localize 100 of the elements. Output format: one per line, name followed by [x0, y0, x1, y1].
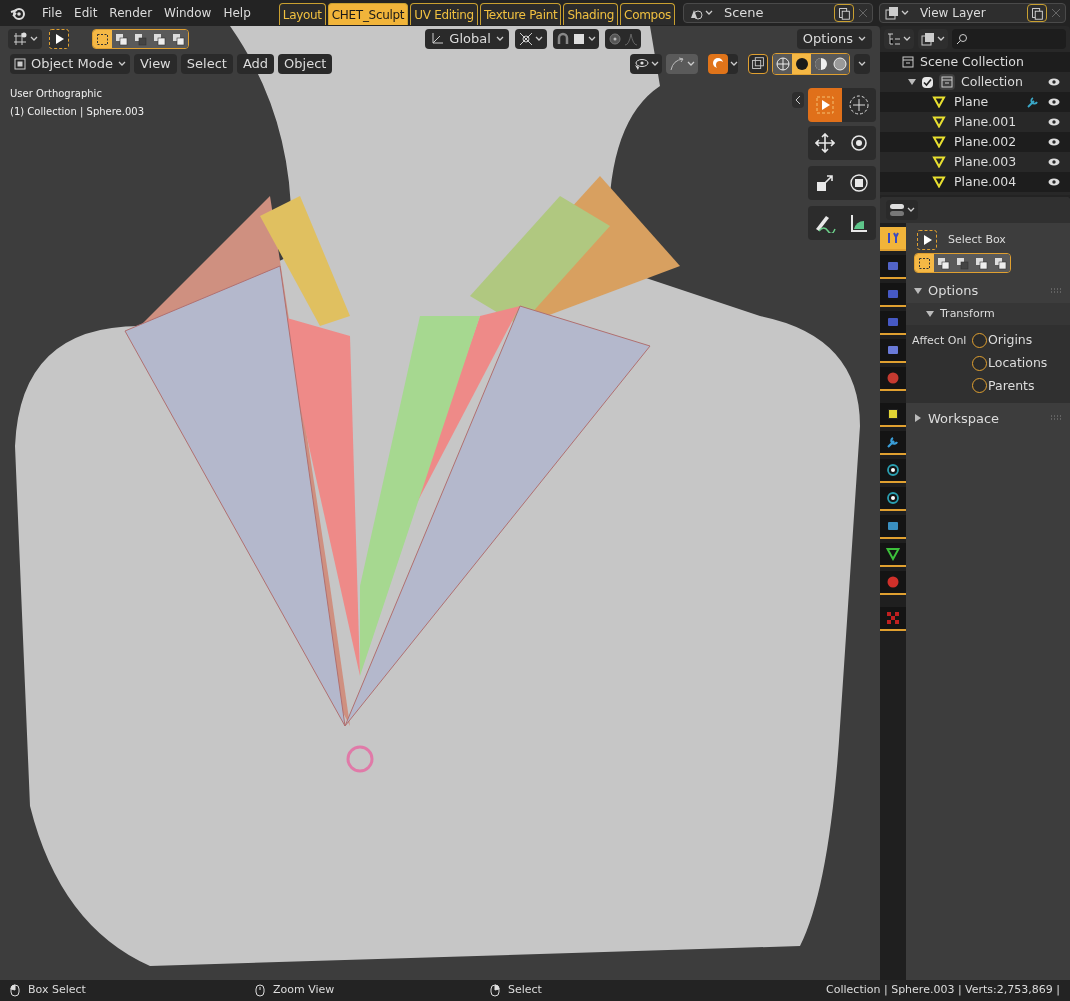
- workspace-tab[interactable]: Texture Paint: [479, 3, 562, 25]
- tool-button[interactable]: [808, 206, 842, 240]
- duplicate-icon[interactable]: [833, 4, 854, 22]
- selection-mode-button[interactable]: [953, 254, 972, 272]
- viewport-menu[interactable]: View: [133, 54, 177, 74]
- eye-pointer-icon[interactable]: [633, 57, 649, 71]
- selection-mode-button[interactable]: [972, 254, 991, 272]
- properties-tab[interactable]: [880, 431, 906, 455]
- expanded-triangle-icon[interactable]: [908, 78, 916, 86]
- pivot-icon[interactable]: [518, 32, 533, 46]
- drag-handle-icon[interactable]: [1050, 415, 1062, 422]
- expanded-triangle-icon[interactable]: [914, 287, 922, 295]
- selection-mode-button[interactable]: [991, 254, 1010, 272]
- collection-box-icon: [939, 74, 955, 90]
- eye-icon[interactable]: [1048, 118, 1060, 126]
- selection-mode-button[interactable]: [93, 30, 112, 48]
- image-stack-icon[interactable]: [921, 32, 935, 46]
- rotate-icon: [849, 133, 869, 153]
- viewport-menu[interactable]: Add: [236, 54, 275, 74]
- eye-icon[interactable]: [1048, 98, 1060, 106]
- drag-handle-icon[interactable]: [1050, 288, 1062, 294]
- shading-mode-button[interactable]: [830, 54, 849, 74]
- search-field[interactable]: [952, 29, 1066, 49]
- properties-tab[interactable]: [880, 311, 906, 335]
- overlay-icon[interactable]: [708, 54, 728, 74]
- tool-button[interactable]: [808, 166, 842, 200]
- close-icon[interactable]: [857, 8, 868, 18]
- tree-item[interactable]: Plane.001: [954, 112, 1040, 132]
- shading-mode-button[interactable]: [811, 54, 830, 74]
- eye-icon[interactable]: [1048, 138, 1060, 146]
- tool-button[interactable]: [808, 126, 842, 160]
- checkbox[interactable]: [922, 76, 933, 88]
- shading-mode-button[interactable]: [773, 54, 792, 74]
- menu-item[interactable]: Render: [103, 4, 159, 22]
- workspace-tab[interactable]: Layout: [278, 3, 326, 25]
- collapse-arrow-icon[interactable]: [792, 92, 804, 108]
- checkbox-option[interactable]: Parents: [972, 376, 1048, 396]
- hierarchy-icon[interactable]: [887, 33, 901, 45]
- orientation-dropdown[interactable]: Global: [425, 29, 509, 49]
- selection-mode-button[interactable]: [934, 254, 953, 272]
- menu-item[interactable]: Window: [158, 4, 218, 22]
- gizmo-curve-icon[interactable]: [669, 57, 685, 71]
- select-tool-icon[interactable]: [48, 28, 70, 50]
- gizmo-icon[interactable]: [12, 32, 28, 46]
- properties-tab[interactable]: [880, 283, 906, 307]
- square-icon[interactable]: [571, 32, 586, 46]
- scene-name[interactable]: Scene: [717, 3, 834, 23]
- selection-mode-button[interactable]: [112, 30, 131, 48]
- panel-header[interactable]: Options: [928, 281, 1044, 301]
- checkbox-option[interactable]: Origins: [972, 331, 1048, 350]
- properties-tab[interactable]: [880, 487, 906, 511]
- properties-tab[interactable]: [880, 543, 906, 567]
- properties-tab[interactable]: [880, 339, 906, 363]
- selection-mode-button[interactable]: [169, 30, 188, 48]
- properties-tab[interactable]: [880, 255, 906, 279]
- app-logo-icon[interactable]: [10, 6, 26, 20]
- toggle-icon[interactable]: [889, 203, 905, 217]
- scene-selector[interactable]: Scene: [682, 3, 873, 23]
- checkbox-option[interactable]: Locations: [972, 353, 1048, 373]
- eye-icon[interactable]: [1048, 78, 1060, 86]
- tree-item[interactable]: Collection: [961, 72, 1042, 92]
- options-dropdown[interactable]: Options: [796, 29, 872, 49]
- selection-mode-button[interactable]: [150, 30, 169, 48]
- workspace-tab[interactable]: Shading: [563, 3, 619, 25]
- expanded-triangle-icon[interactable]: [926, 310, 934, 318]
- selection-mode-button[interactable]: [131, 30, 150, 48]
- magnet-icon[interactable]: [555, 32, 570, 46]
- wrench-icon[interactable]: [1026, 95, 1040, 109]
- panel-header[interactable]: Workspace: [928, 408, 1044, 428]
- tree-item[interactable]: Plane.003: [954, 152, 1040, 172]
- duplicate-icon[interactable]: [1027, 4, 1047, 22]
- properties-tab[interactable]: [880, 403, 906, 427]
- menu-item[interactable]: File: [36, 4, 69, 22]
- properties-tab[interactable]: [880, 367, 906, 391]
- menu-item[interactable]: Edit: [68, 4, 104, 22]
- workspace-tab[interactable]: UV Editing: [410, 3, 478, 25]
- tool-button[interactable]: [842, 126, 876, 160]
- view-layer-selector[interactable]: View Layer: [878, 3, 1066, 23]
- workspace-tab[interactable]: Compos: [620, 3, 675, 25]
- close-icon[interactable]: [1051, 8, 1061, 18]
- menu-item[interactable]: Help: [217, 4, 257, 22]
- xray-icon[interactable]: [748, 54, 768, 74]
- viewport-menu[interactable]: Select: [180, 54, 233, 74]
- properties-tab[interactable]: [880, 515, 906, 539]
- proportional-edit-icon[interactable]: [607, 32, 622, 46]
- view-layer-name[interactable]: View Layer: [913, 4, 1027, 22]
- tool-button[interactable]: [842, 206, 876, 240]
- eye-icon[interactable]: [1048, 158, 1060, 166]
- workspace-tab[interactable]: CHET_Sculpt: [327, 3, 409, 25]
- collapsed-triangle-icon[interactable]: [914, 414, 922, 423]
- properties-tab[interactable]: [880, 607, 906, 631]
- properties-tab[interactable]: [880, 459, 906, 483]
- selection-mode-button[interactable]: [915, 254, 934, 272]
- viewport-menu[interactable]: Object: [278, 54, 333, 74]
- tool-button[interactable]: [842, 166, 876, 200]
- shading-mode-button[interactable]: [792, 54, 811, 74]
- mode-dropdown[interactable]: Object Mode: [10, 54, 130, 74]
- 3d-viewport[interactable]: Global Options Object Mode View Select Add Object User Orthographic (1) Collection | Sphere.003: [0, 26, 880, 980]
- eye-icon[interactable]: [1048, 178, 1060, 186]
- properties-tab[interactable]: [880, 571, 906, 595]
